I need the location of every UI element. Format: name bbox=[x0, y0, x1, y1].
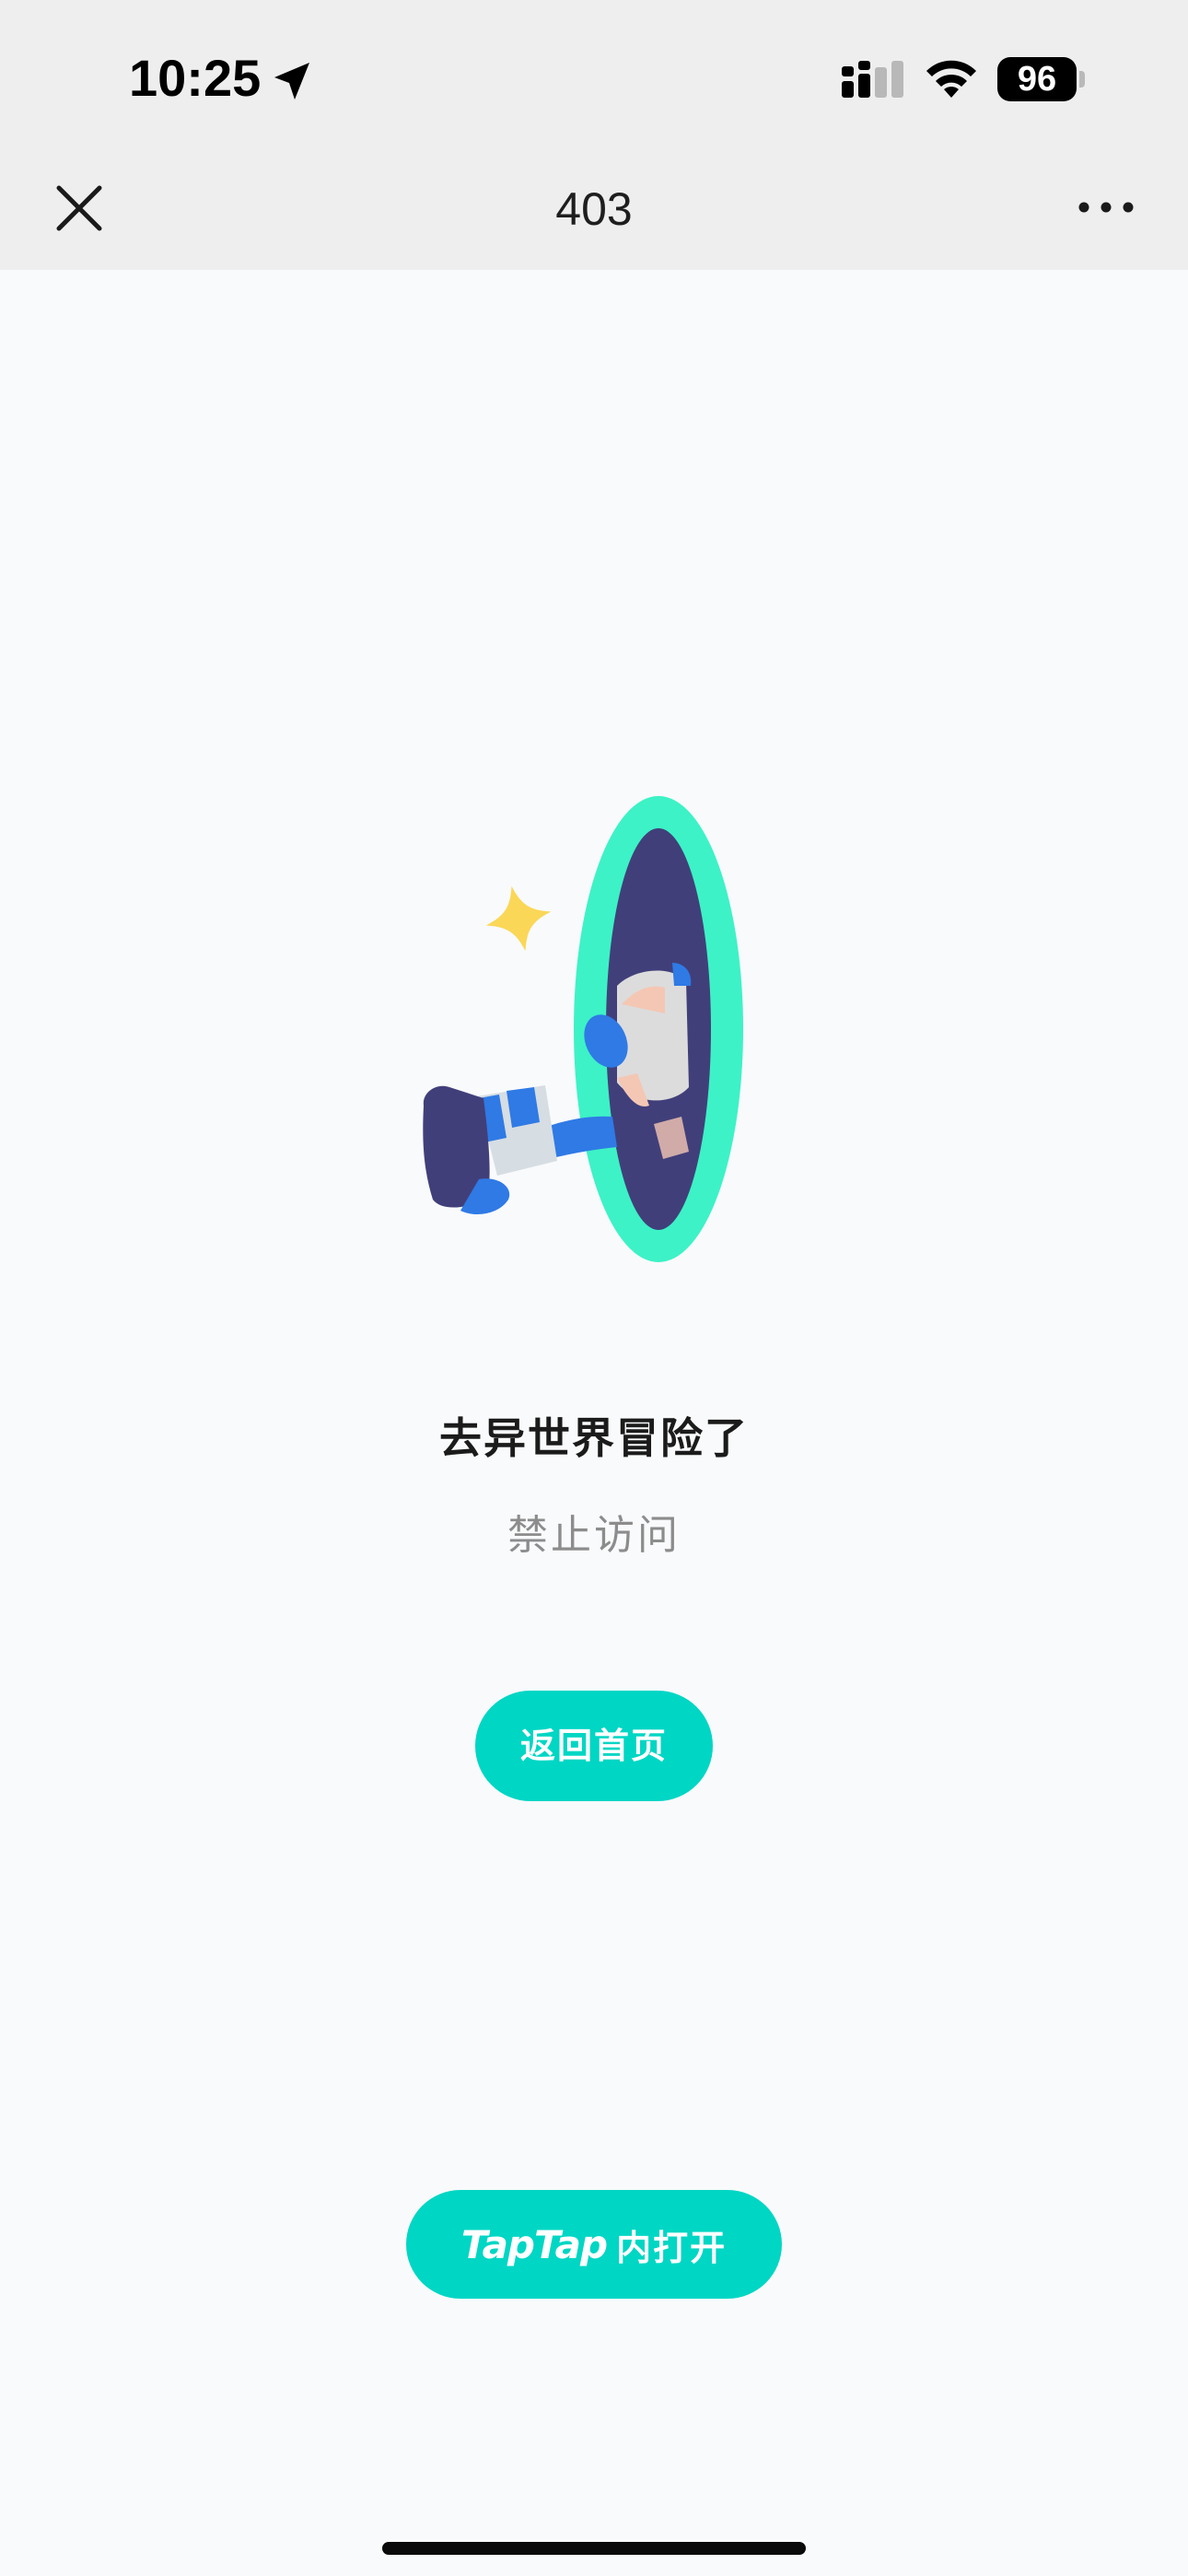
error-headline: 去异世界冒险了 bbox=[439, 1413, 749, 1463]
battery-cap bbox=[1079, 71, 1085, 88]
return-home-button[interactable]: 返回首页 bbox=[475, 1691, 713, 1801]
taptap-logo: TapTap bbox=[460, 2221, 608, 2267]
cellular-signal-icon bbox=[842, 61, 903, 98]
location-arrow-icon bbox=[274, 63, 309, 100]
portal-illustration bbox=[423, 796, 743, 1262]
status-time: 10:25 bbox=[129, 49, 262, 107]
error-subtext: 禁止访问 bbox=[507, 1512, 681, 1559]
more-icon[interactable] bbox=[1074, 184, 1138, 230]
page-title: 403 bbox=[555, 183, 633, 235]
home-indicator[interactable] bbox=[382, 2542, 806, 2555]
sparkle-icon bbox=[485, 885, 552, 952]
battery-indicator: 96 bbox=[997, 57, 1077, 101]
nav-bar: 403 bbox=[0, 157, 1188, 270]
open-in-app-label: 内打开 bbox=[616, 2227, 728, 2268]
status-bar: 10:25 96 bbox=[0, 0, 1188, 157]
wifi-icon bbox=[926, 60, 976, 98]
open-in-taptap-button[interactable]: TapTap 内打开 bbox=[406, 2190, 782, 2299]
